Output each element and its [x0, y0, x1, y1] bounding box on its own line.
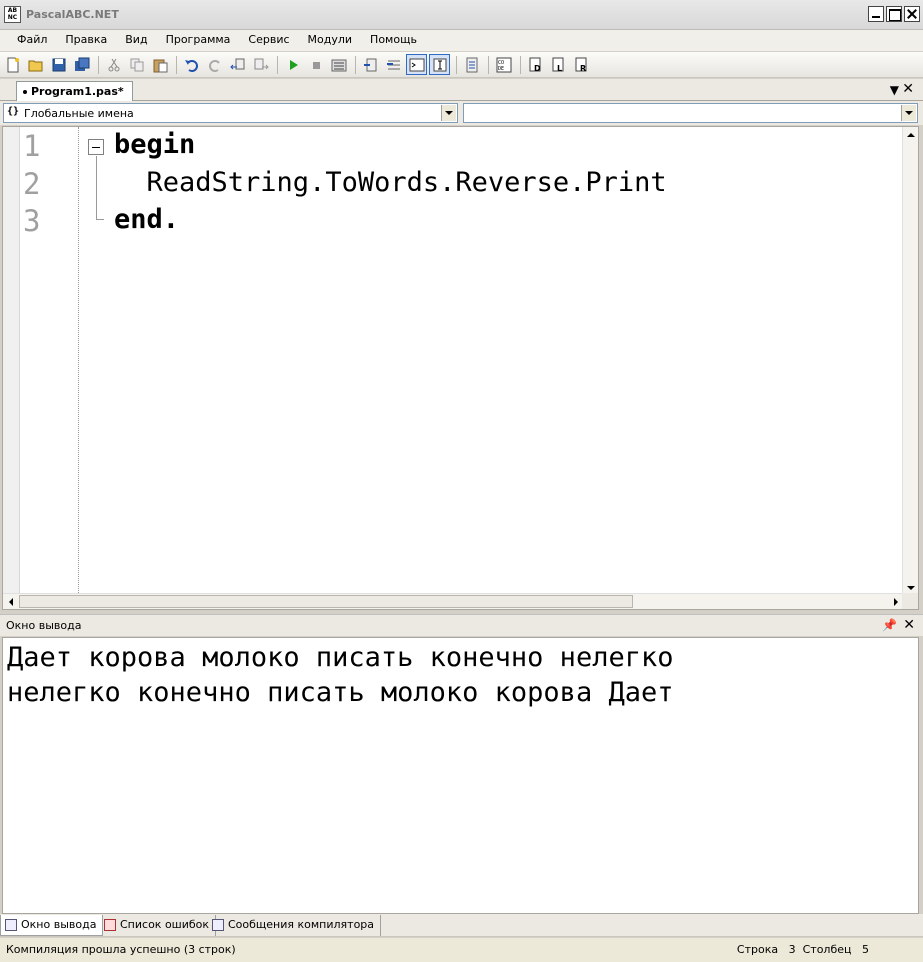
menu-edit[interactable]: Правка [56, 30, 116, 51]
member-combo[interactable] [463, 103, 918, 123]
step-over-icon[interactable] [383, 54, 404, 75]
fold-toggle-icon[interactable] [88, 139, 104, 155]
undo-icon[interactable] [181, 54, 202, 75]
fold-guide-end [96, 219, 104, 220]
code-editor[interactable]: 1 2 3 begin ReadString.ToWords.Reverse.P… [2, 126, 919, 610]
toolbar: CO DE D L R [0, 52, 923, 78]
chevron-down-icon[interactable] [901, 105, 916, 121]
cursor-position: Строка 3 Столбец 5 [737, 943, 869, 956]
title-bar: AB NC PascalABC.NET [0, 0, 923, 30]
code-line-2[interactable]: ReadString.ToWords.Reverse.Print [114, 167, 667, 199]
stop-icon[interactable] [305, 54, 326, 75]
redo-icon[interactable] [204, 54, 225, 75]
svg-text:L: L [557, 64, 562, 73]
navigate-forward-icon[interactable] [250, 54, 271, 75]
maximize-button[interactable] [886, 6, 902, 22]
document-tabs: Program1.pas* ▼ ✕ [0, 79, 923, 101]
tab-compiler-messages[interactable]: Сообщения компилятора [208, 915, 382, 936]
close-window-button[interactable] [904, 6, 920, 22]
tab-list-dropdown-icon[interactable]: ▼ [890, 83, 899, 97]
menu-bar: Файл Правка Вид Программа Сервис Модули … [0, 30, 923, 51]
tab-error-list[interactable]: Список ошибок [100, 915, 217, 936]
close-panel-icon[interactable]: ✕ [903, 617, 915, 633]
save-all-icon[interactable] [71, 54, 92, 75]
menu-service[interactable]: Сервис [239, 30, 298, 51]
code-line-1[interactable]: begin [114, 129, 195, 161]
tab-label: Сообщения компилятора [228, 918, 375, 931]
row-value: 3 [788, 943, 796, 956]
new-file-icon[interactable] [2, 54, 23, 75]
horizontal-scroll-thumb[interactable] [19, 595, 633, 608]
format-icon[interactable] [461, 54, 482, 75]
menu-help[interactable]: Помощь [361, 30, 426, 51]
status-bar: Компиляция прошла успешно (3 строк) Стро… [0, 938, 923, 962]
line-number: 2 [23, 167, 41, 201]
open-icon[interactable] [25, 54, 46, 75]
breakpoint-gutter[interactable] [3, 127, 20, 595]
output-line: нелегко конечно писать молоко корова Дае… [7, 677, 674, 708]
menu-view[interactable]: Вид [116, 30, 156, 51]
code-template-icon[interactable]: CO DE [493, 54, 514, 75]
line-numbers: 1 2 3 [21, 127, 79, 595]
svg-text:D: D [534, 64, 541, 73]
tab-label: Окно вывода [21, 918, 97, 931]
step-into-icon[interactable] [360, 54, 381, 75]
col-label: Столбец [802, 943, 852, 956]
close-tab-icon[interactable]: ✕ [902, 81, 914, 97]
line-number: 1 [23, 129, 41, 163]
code-line-3[interactable]: end. [114, 204, 179, 236]
row-label: Строка [736, 943, 779, 956]
scroll-left-icon[interactable] [3, 594, 18, 609]
output-window[interactable]: Дает корова молоко писать конечно нелегк… [2, 637, 919, 914]
run-icon[interactable] [282, 54, 303, 75]
cut-icon[interactable] [103, 54, 124, 75]
insert-def-icon[interactable]: D [525, 54, 546, 75]
app-logo-icon: AB NC [4, 6, 21, 23]
window-title: PascalABC.NET [26, 8, 119, 21]
save-icon[interactable] [48, 54, 69, 75]
scope-combo[interactable]: {} Глобальные имена [3, 103, 458, 123]
debug-window-icon[interactable] [429, 54, 450, 75]
fold-guide [96, 156, 97, 219]
compile-icon[interactable] [328, 54, 349, 75]
line-number: 3 [23, 204, 41, 238]
svg-text:DE: DE [498, 66, 504, 72]
scrollbar-corner [902, 593, 918, 609]
bottom-panel-tabs: Окно вывода Список ошибок Сообщения комп… [0, 914, 923, 937]
scope-combo-value: Глобальные имена [24, 107, 134, 120]
compiler-messages-icon [212, 919, 224, 931]
navigate-back-icon[interactable] [227, 54, 248, 75]
namespace-icon: {} [7, 106, 20, 117]
output-line: Дает корова молоко писать конечно нелегк… [7, 642, 674, 673]
col-value: 5 [862, 943, 869, 956]
output-window-icon [5, 919, 17, 931]
tab-program1[interactable]: Program1.pas* [16, 81, 133, 101]
output-window-icon[interactable] [406, 54, 427, 75]
modified-dot-icon [23, 90, 27, 94]
editor-horizontal-scrollbar[interactable] [3, 593, 903, 609]
menu-modules[interactable]: Модули [299, 30, 362, 51]
status-message: Компиляция прошла успешно (3 строк) [6, 943, 236, 956]
menu-program[interactable]: Программа [157, 30, 240, 51]
copy-icon[interactable] [126, 54, 147, 75]
minimize-button[interactable] [868, 6, 884, 22]
paste-icon[interactable] [149, 54, 170, 75]
output-panel-title: Окно вывода [6, 619, 82, 632]
insert-unit-icon[interactable]: R [571, 54, 592, 75]
error-list-icon [104, 919, 116, 931]
menu-file[interactable]: Файл [8, 30, 56, 51]
pin-icon[interactable]: 📌 [882, 618, 897, 632]
tab-output-window[interactable]: Окно вывода [0, 915, 104, 936]
tab-label: Список ошибок [120, 918, 210, 931]
tab-label: Program1.pas* [31, 85, 124, 98]
output-panel-header: Окно вывода 📌 ✕ [0, 614, 923, 636]
scroll-up-icon[interactable] [903, 127, 918, 142]
navigation-bar: {} Глобальные имена [0, 101, 923, 125]
svg-text:R: R [580, 64, 586, 73]
editor-vertical-scrollbar[interactable] [902, 127, 918, 595]
insert-desc-icon[interactable]: L [548, 54, 569, 75]
scroll-right-icon[interactable] [888, 594, 903, 609]
chevron-down-icon[interactable] [441, 105, 456, 121]
